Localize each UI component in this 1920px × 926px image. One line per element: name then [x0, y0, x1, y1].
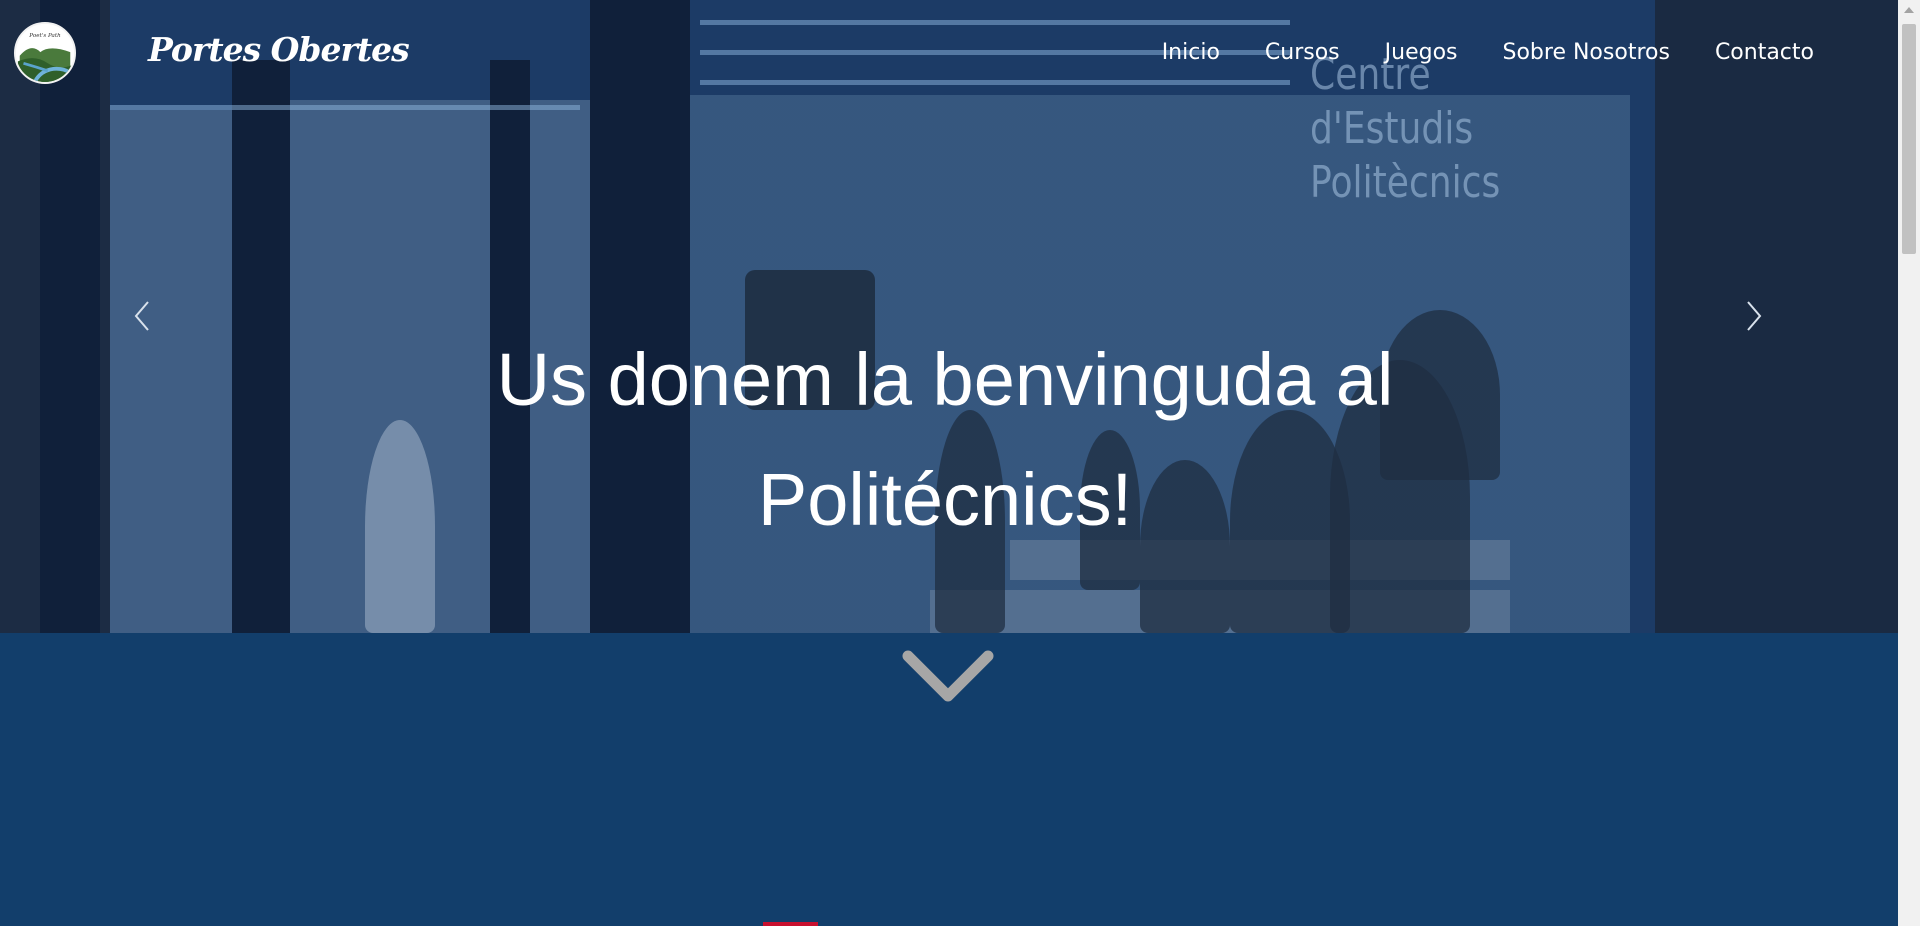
- nav-link-inicio[interactable]: Inicio: [1162, 40, 1220, 65]
- brand-name[interactable]: Portes Obertes: [148, 30, 410, 69]
- page-scrollbar[interactable]: [1898, 0, 1920, 926]
- nav-link-juegos[interactable]: Juegos: [1385, 40, 1458, 65]
- chevron-left-icon: [134, 301, 149, 331]
- nav-link-contacto[interactable]: Contacto: [1715, 40, 1814, 65]
- scroll-down-button[interactable]: [900, 648, 996, 706]
- nav-link-cursos[interactable]: Cursos: [1265, 40, 1340, 65]
- chevron-right-icon: [1747, 301, 1762, 331]
- navbar: Poet's Path Portes Obertes Inicio Cursos…: [0, 0, 1898, 108]
- chevron-down-icon: [902, 650, 994, 702]
- logo-image: Poet's Path: [16, 24, 74, 82]
- background-door: [110, 110, 235, 633]
- main-nav: Inicio Cursos Juegos Sobre Nosotros Cont…: [1162, 40, 1814, 65]
- scroll-up-arrow-icon[interactable]: [1904, 7, 1914, 13]
- carousel-next-button[interactable]: [1738, 298, 1768, 334]
- site-logo[interactable]: Poet's Path: [14, 22, 76, 84]
- scrollbar-thumb[interactable]: [1902, 24, 1916, 254]
- background-pillar: [232, 60, 290, 633]
- nav-link-sobre-nosotros[interactable]: Sobre Nosotros: [1503, 40, 1670, 65]
- accent-marker: [763, 922, 818, 926]
- logo-text: Poet's Path: [28, 33, 61, 39]
- carousel-prev-button[interactable]: [128, 298, 158, 334]
- hero-title: Us donem la benvinguda al Politécnics!: [496, 338, 1394, 541]
